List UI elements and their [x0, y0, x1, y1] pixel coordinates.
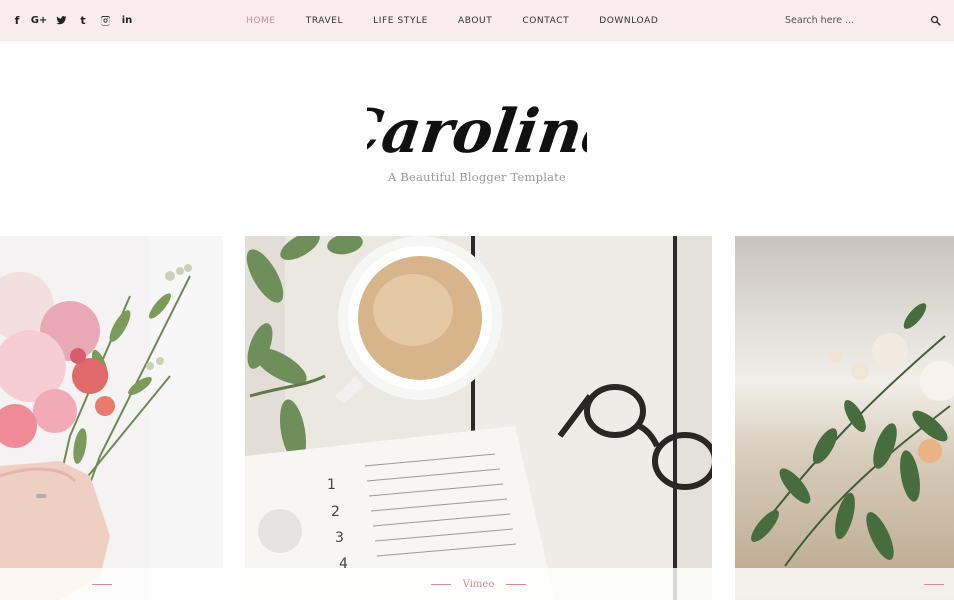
- slide-caption: Vimeo: [245, 568, 712, 600]
- search-input[interactable]: [785, 15, 905, 26]
- nav-item-contact[interactable]: CONTACT: [522, 16, 569, 26]
- site-tagline: A Beautiful Blogger Template: [388, 170, 566, 184]
- nav-item-travel[interactable]: TRAVEL: [306, 16, 343, 26]
- coffee-calendar-glasses-image: 1234: [245, 236, 712, 600]
- google-plus-icon[interactable]: G+: [31, 14, 48, 28]
- svg-text:1: 1: [327, 477, 336, 493]
- tumblr-icon[interactable]: t: [76, 14, 90, 28]
- pink-flower-bouquet-image: [0, 236, 223, 600]
- svg-text:2: 2: [331, 504, 340, 520]
- site-logo[interactable]: Carolina: [0, 80, 954, 170]
- logo-text: Carolina: [367, 96, 587, 167]
- top-bar: f G+ t in HOME TRAVEL LIFE STYLE ABOUT C…: [0, 0, 954, 41]
- search-icon[interactable]: [930, 15, 941, 26]
- slide-pink-flowers[interactable]: [0, 236, 223, 600]
- search-box: [785, 0, 941, 41]
- slide-coffee[interactable]: 1234 Vimeo: [245, 236, 712, 600]
- facebook-icon[interactable]: f: [10, 14, 24, 28]
- slide-caption: [0, 568, 223, 600]
- nav-item-home[interactable]: HOME: [246, 16, 276, 26]
- caption-divider-left: [91, 583, 112, 585]
- nav-item-life-style[interactable]: LIFE STYLE: [373, 16, 428, 26]
- white-flowers-greenery-image: [735, 236, 954, 600]
- instagram-icon[interactable]: [98, 14, 112, 28]
- slide-white-flowers[interactable]: [735, 236, 954, 600]
- svg-text:3: 3: [335, 530, 344, 546]
- main-nav: HOME TRAVEL LIFE STYLE ABOUT CONTACT DOW…: [246, 0, 688, 41]
- caption-divider-right: [506, 583, 527, 585]
- linkedin-icon[interactable]: in: [120, 14, 134, 28]
- nav-item-about[interactable]: ABOUT: [458, 16, 492, 26]
- slide-category-label[interactable]: Vimeo: [463, 579, 495, 590]
- slide-caption: [735, 568, 954, 600]
- nav-item-download[interactable]: DOWNLOAD: [599, 16, 658, 26]
- social-links: f G+ t in: [10, 0, 134, 41]
- twitter-icon[interactable]: [54, 14, 68, 28]
- caption-divider-left: [430, 583, 451, 585]
- caption-divider-right: [924, 583, 944, 585]
